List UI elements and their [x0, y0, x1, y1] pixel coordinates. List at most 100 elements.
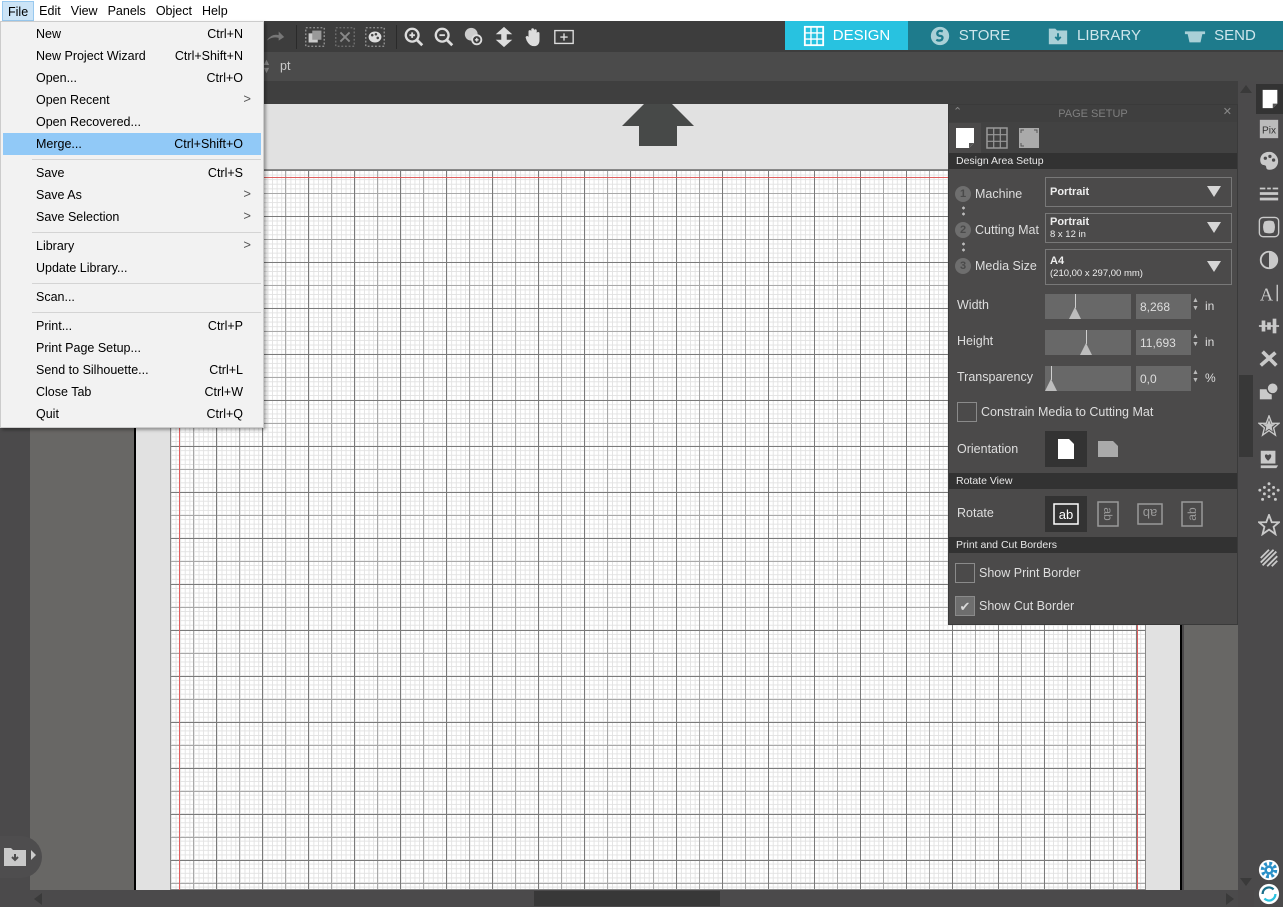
horizontal-scroll-thumb[interactable]	[534, 891, 720, 906]
menu-file[interactable]: File	[2, 0, 35, 21]
pan-hand-icon[interactable]	[521, 24, 547, 50]
vertical-scrollbar[interactable]	[1238, 81, 1254, 890]
cutting-mat-select[interactable]: Portrait 8 x 12 in	[1045, 213, 1232, 243]
library-panel-toggle[interactable]	[0, 836, 42, 878]
height-slider[interactable]	[1045, 330, 1131, 355]
tab-grid[interactable]	[981, 123, 1013, 153]
offset-star-icon[interactable]	[1256, 413, 1282, 439]
transparency-input[interactable]: 0,0	[1136, 366, 1191, 391]
scroll-down-icon[interactable]	[1240, 878, 1252, 886]
menu-item-send-to-silhouette[interactable]: Send to Silhouette... Ctrl+L	[3, 359, 261, 381]
width-spinner[interactable]: ▲ ▼	[1192, 297, 1200, 313]
rotate-90-button[interactable]: ab	[1087, 496, 1129, 532]
fill-color-icon[interactable]	[362, 24, 388, 50]
menu-item-save-as[interactable]: Save As >	[3, 184, 261, 206]
menu-item-save[interactable]: Save Ctrl+S	[3, 162, 261, 184]
menu-item-save-selection[interactable]: Save Selection >	[3, 206, 261, 228]
svg-text:ab: ab	[1101, 507, 1115, 521]
slider-thumb[interactable]	[1045, 379, 1057, 391]
transparency-spinner[interactable]: ▲ ▼	[1192, 369, 1200, 385]
tab-store[interactable]: STORE	[908, 21, 1031, 50]
constrain-checkbox[interactable]	[957, 402, 977, 422]
menu-item-print[interactable]: Print... Ctrl+P	[3, 315, 261, 337]
star-icon[interactable]	[1256, 512, 1282, 538]
sync-icon[interactable]	[1256, 881, 1282, 907]
tab-page-setup[interactable]	[949, 123, 981, 153]
height-spinner[interactable]: ▲ ▼	[1192, 333, 1200, 349]
vertical-scroll-thumb[interactable]	[1239, 375, 1253, 457]
tab-design[interactable]: DESIGN	[785, 21, 908, 50]
width-slider[interactable]	[1045, 294, 1131, 319]
show-cut-border-label: Show Cut Border	[979, 599, 1075, 613]
group-icon[interactable]	[302, 24, 328, 50]
height-input[interactable]: 11,693	[1136, 330, 1191, 355]
menu-item-new-project-wizard[interactable]: New Project Wizard Ctrl+Shift+N	[3, 45, 261, 67]
menu-item-library[interactable]: Library >	[3, 235, 261, 257]
orientation-landscape-button[interactable]	[1087, 431, 1129, 467]
slider-thumb[interactable]	[1069, 307, 1081, 319]
redo-icon[interactable]	[262, 24, 288, 50]
menu-view[interactable]: View	[66, 1, 103, 21]
slider-thumb[interactable]	[1080, 343, 1092, 355]
close-icon[interactable]: ✕	[1223, 105, 1232, 118]
rhinestone-icon[interactable]	[1256, 479, 1282, 505]
media-size-select[interactable]: A4 (210,00 x 297,00 mm)	[1045, 249, 1232, 285]
submenu-arrow-icon: >	[243, 208, 251, 223]
menu-item-merge[interactable]: Merge... Ctrl+Shift+O	[3, 133, 261, 155]
line-style-icon[interactable]	[1256, 181, 1282, 207]
settings-gear-icon[interactable]	[1256, 857, 1282, 883]
rotate-label: Rotate	[957, 506, 994, 520]
menu-item-close-tab[interactable]: Close Tab Ctrl+W	[3, 381, 261, 403]
tab-registration[interactable]	[1013, 123, 1045, 153]
show-print-border-checkbox[interactable]	[955, 563, 975, 583]
svg-text:ab: ab	[1185, 507, 1199, 521]
menu-item-scan[interactable]: Scan...	[3, 286, 261, 308]
pixscan-icon[interactable]: Pix	[1256, 116, 1282, 142]
menu-item-print-page-setup[interactable]: Print Page Setup...	[3, 337, 261, 359]
show-cut-border-checkbox[interactable]: ✔	[955, 596, 975, 616]
rotate-270-button[interactable]: ab	[1171, 496, 1213, 532]
registration-marks-icon	[1019, 128, 1039, 148]
machine-select[interactable]: Portrait	[1045, 177, 1232, 207]
fit-page-icon[interactable]	[551, 24, 577, 50]
scroll-up-icon[interactable]	[1240, 85, 1252, 93]
menu-item-open-recovered[interactable]: Open Recovered...	[3, 111, 261, 133]
menu-item-new[interactable]: New Ctrl+N	[3, 23, 261, 45]
trace-icon[interactable]	[1256, 214, 1282, 240]
menu-item-update-library[interactable]: Update Library...	[3, 257, 261, 279]
dropdown-caret-icon	[1207, 222, 1221, 233]
zoom-out-icon[interactable]	[431, 24, 457, 50]
menu-item-open-recent[interactable]: Open Recent >	[3, 89, 261, 111]
menu-panels[interactable]: Panels	[103, 1, 151, 21]
fill-palette-icon[interactable]	[1256, 148, 1282, 174]
ungroup-icon[interactable]	[332, 24, 358, 50]
slider-line	[1075, 294, 1076, 308]
panel-titlebar[interactable]: ⌃ PAGE SETUP ✕	[949, 105, 1237, 122]
menu-item-quit[interactable]: Quit Ctrl+Q	[3, 403, 261, 425]
hatch-icon[interactable]	[1256, 545, 1282, 571]
menu-edit[interactable]: Edit	[34, 1, 66, 21]
sketch-icon[interactable]	[1256, 446, 1282, 472]
menu-object[interactable]: Object	[151, 1, 197, 21]
orientation-portrait-button[interactable]	[1045, 431, 1087, 467]
modify-icon[interactable]	[1256, 379, 1282, 405]
scroll-left-icon[interactable]	[34, 893, 42, 905]
rotate-180-button[interactable]: ab	[1129, 496, 1171, 532]
collapse-icon[interactable]: ⌃	[953, 105, 962, 118]
align-icon[interactable]	[1256, 313, 1282, 339]
page-setup-icon[interactable]	[1256, 84, 1283, 114]
replicate-icon[interactable]	[1256, 346, 1282, 372]
tab-send[interactable]: SEND	[1157, 21, 1283, 50]
text-style-icon[interactable]: A	[1256, 280, 1282, 306]
zoom-in-icon[interactable]	[401, 24, 427, 50]
menu-help[interactable]: Help	[197, 1, 233, 21]
tab-library[interactable]: LIBRARY	[1031, 21, 1157, 50]
rotate-0-button[interactable]: ab	[1045, 496, 1087, 532]
fit-icon[interactable]	[491, 24, 517, 50]
transparency-slider[interactable]	[1045, 366, 1131, 391]
zoom-selection-icon[interactable]	[461, 24, 487, 50]
width-input[interactable]: 8,268	[1136, 294, 1191, 319]
transparency-icon[interactable]	[1256, 247, 1282, 273]
menu-item-open[interactable]: Open... Ctrl+O	[3, 67, 261, 89]
scroll-right-icon[interactable]	[1226, 893, 1234, 905]
